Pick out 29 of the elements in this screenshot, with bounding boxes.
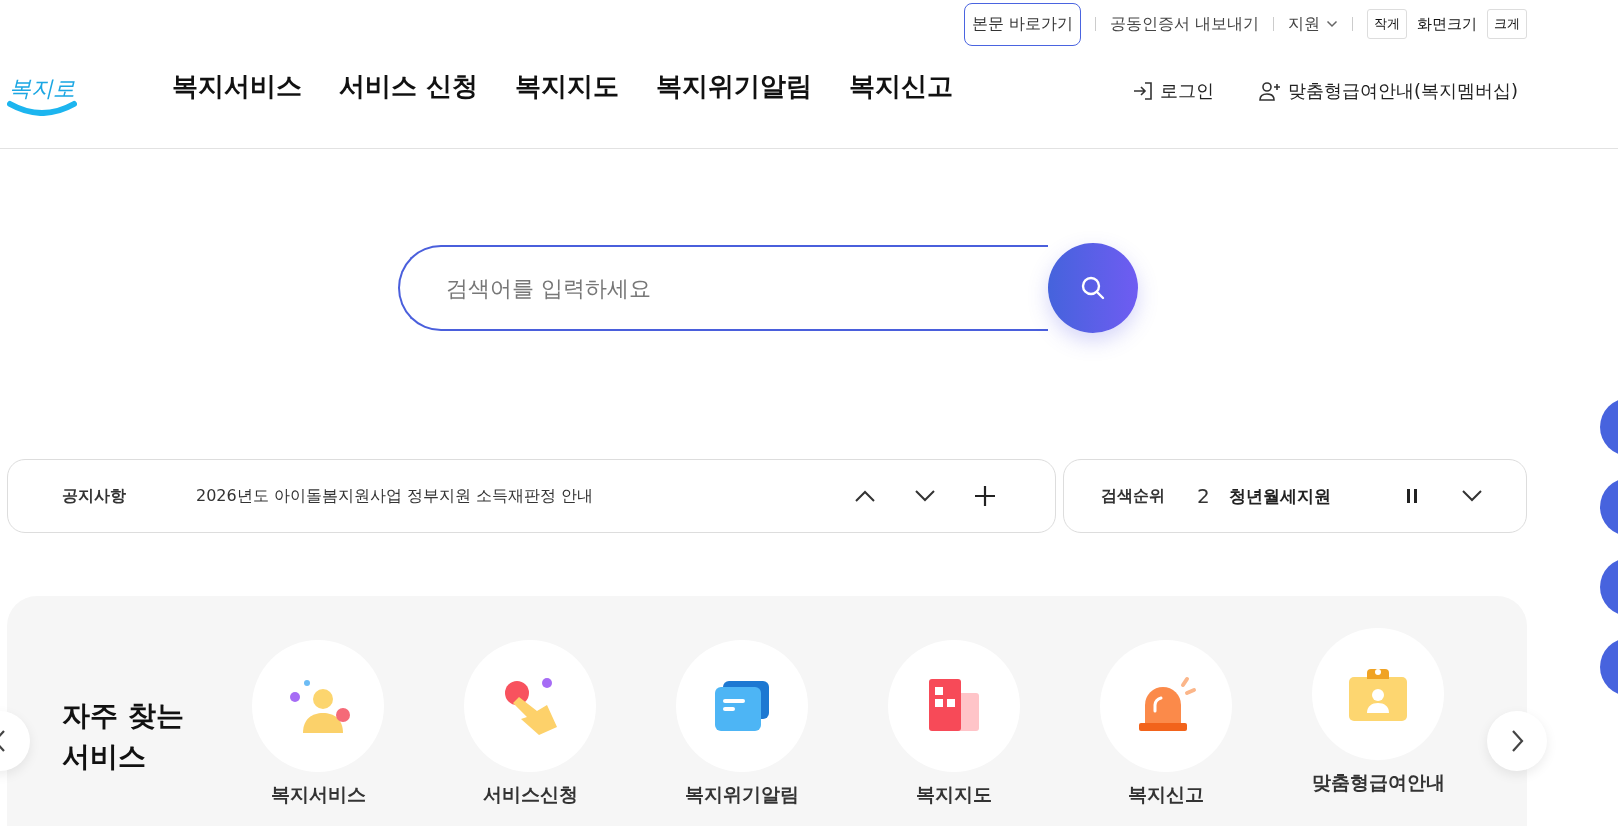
login-link[interactable]: 로그인 (1131, 79, 1214, 103)
utility-link[interactable]: 공동인증서 내보내기 (1109, 13, 1259, 35)
nav-menu-item[interactable]: 서비스 신청 (339, 68, 479, 104)
nav-menu-item[interactable]: 복지서비스 (172, 68, 302, 104)
skip-link[interactable]: 본문 바로가기 (963, 2, 1081, 46)
rank-number: 2 (1197, 484, 1211, 508)
login-icon (1131, 80, 1154, 102)
search-field[interactable]: 검색어를 입력하세요 (398, 245, 1048, 331)
font-size-label: 화면크기 (1417, 14, 1477, 34)
plus-icon (974, 485, 996, 507)
section-title: 자주 찾는 서비스 (62, 698, 185, 775)
nav-menu-item[interactable]: 복지신고 (849, 68, 954, 104)
larger-text-button[interactable]: 크게 (1487, 9, 1527, 39)
chevron-right-icon (1510, 729, 1524, 753)
pause-icon (1404, 487, 1420, 505)
support-dropdown[interactable]: 지원 (1288, 13, 1338, 35)
smaller-text-button[interactable]: 작게 (1367, 9, 1407, 39)
ranking-label: 검색순위 (1101, 485, 1166, 507)
ranking-term-link[interactable]: 청년월세지원 (1229, 484, 1382, 508)
chevron-up-icon (853, 488, 877, 504)
add-user-icon (1257, 80, 1282, 102)
notice-link[interactable]: 2026년도 아이돌봄지원사업 정부지원 소득재판정 안내 (196, 485, 835, 507)
nav-menu-item[interactable]: 복지지도 (515, 68, 620, 104)
chevron-down-icon (913, 488, 937, 504)
chevron-down-icon (1326, 20, 1338, 28)
notice-label: 공지사항 (62, 485, 127, 507)
membership-link[interactable]: 맞춤형급여안내(복지멤버십) (1257, 79, 1518, 103)
nav-menu-item[interactable]: 복지위기알림 (656, 68, 813, 104)
chevron-down-icon (1460, 488, 1484, 504)
